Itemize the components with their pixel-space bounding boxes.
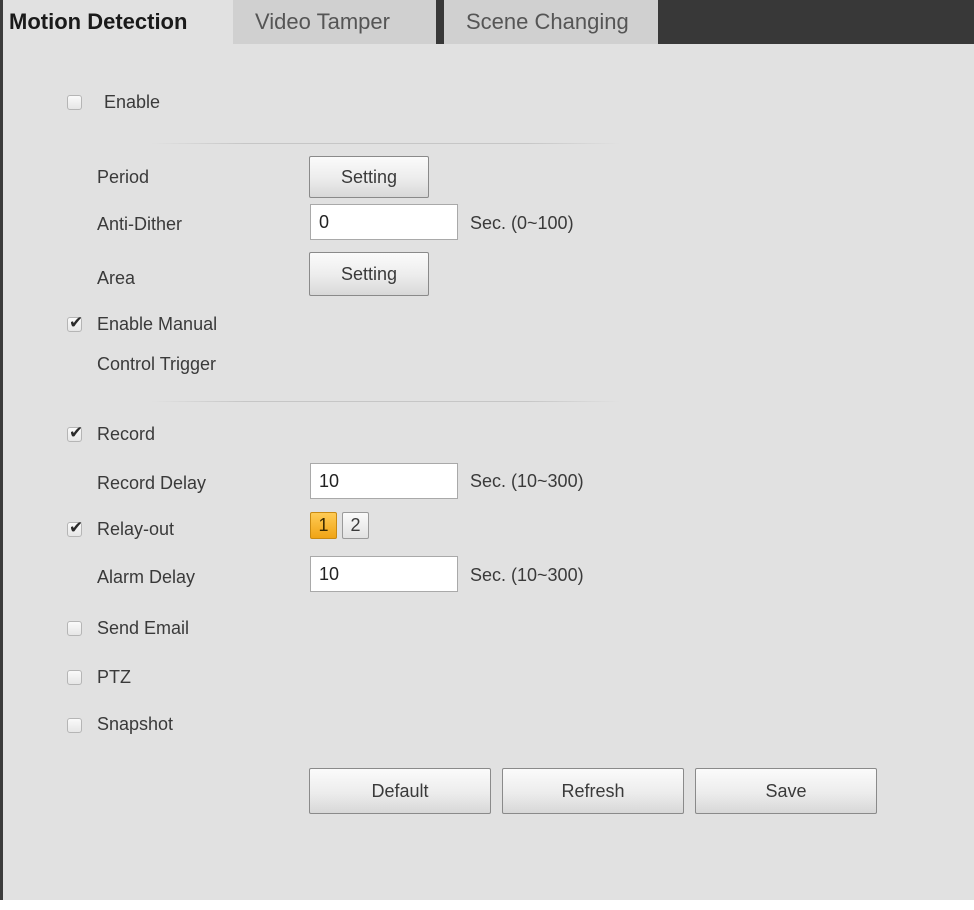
record-delay-label: Record Delay xyxy=(97,473,207,493)
alarm-delay-input[interactable]: 10 xyxy=(310,556,458,592)
area-label: Area xyxy=(97,268,136,288)
separator-middle xyxy=(151,401,621,402)
save-button[interactable]: Save xyxy=(695,768,877,814)
checkmark-icon: ✔ xyxy=(69,518,84,538)
record-label: Record xyxy=(97,424,156,444)
tab-motion-detection[interactable]: Motion Detection xyxy=(3,0,233,44)
tab-video-tamper[interactable]: Video Tamper xyxy=(233,0,436,44)
period-setting-button[interactable]: Setting xyxy=(309,156,429,198)
alarm-delay-label: Alarm Delay xyxy=(97,567,196,587)
checkmark-icon: ✔ xyxy=(69,423,84,443)
record-delay-unit: Sec. (10~300) xyxy=(470,471,584,491)
relay-channel-2[interactable]: 2 xyxy=(342,512,369,539)
motion-detection-panel: Motion Detection Video Tamper Scene Chan… xyxy=(0,0,974,900)
tab-scene-changing[interactable]: Scene Changing xyxy=(444,0,658,44)
area-setting-button[interactable]: Setting xyxy=(309,252,429,296)
checkmark-icon: ✔ xyxy=(69,313,84,333)
relay-out-label: Relay-out xyxy=(97,519,175,539)
record-delay-input[interactable]: 10 xyxy=(310,463,458,499)
ptz-label: PTZ xyxy=(97,667,131,687)
anti-dither-label: Anti-Dither xyxy=(97,214,183,234)
enable-label: Enable xyxy=(104,92,161,112)
default-button[interactable]: Default xyxy=(309,768,491,814)
tab-bar: Motion Detection Video Tamper Scene Chan… xyxy=(3,0,974,44)
refresh-button[interactable]: Refresh xyxy=(502,768,684,814)
manual-trigger-checkbox[interactable]: ✔ xyxy=(67,313,83,333)
manual-trigger-label-line2: Control Trigger xyxy=(97,354,217,374)
period-label: Period xyxy=(97,167,150,187)
alarm-delay-unit: Sec. (10~300) xyxy=(470,565,584,585)
ptz-checkbox[interactable] xyxy=(67,670,82,685)
send-email-checkbox[interactable] xyxy=(67,621,82,636)
enable-checkbox[interactable] xyxy=(67,95,82,110)
manual-trigger-label-line1: Enable Manual xyxy=(97,314,218,334)
snapshot-label: Snapshot xyxy=(97,714,174,734)
anti-dither-unit: Sec. (0~100) xyxy=(470,213,574,233)
anti-dither-input[interactable]: 0 xyxy=(310,204,458,240)
separator-top xyxy=(151,143,621,144)
snapshot-checkbox[interactable] xyxy=(67,718,82,733)
relay-channel-1[interactable]: 1 xyxy=(310,512,337,539)
relay-out-checkbox[interactable]: ✔ xyxy=(67,518,83,538)
send-email-label: Send Email xyxy=(97,618,190,638)
record-checkbox[interactable]: ✔ xyxy=(67,423,83,443)
